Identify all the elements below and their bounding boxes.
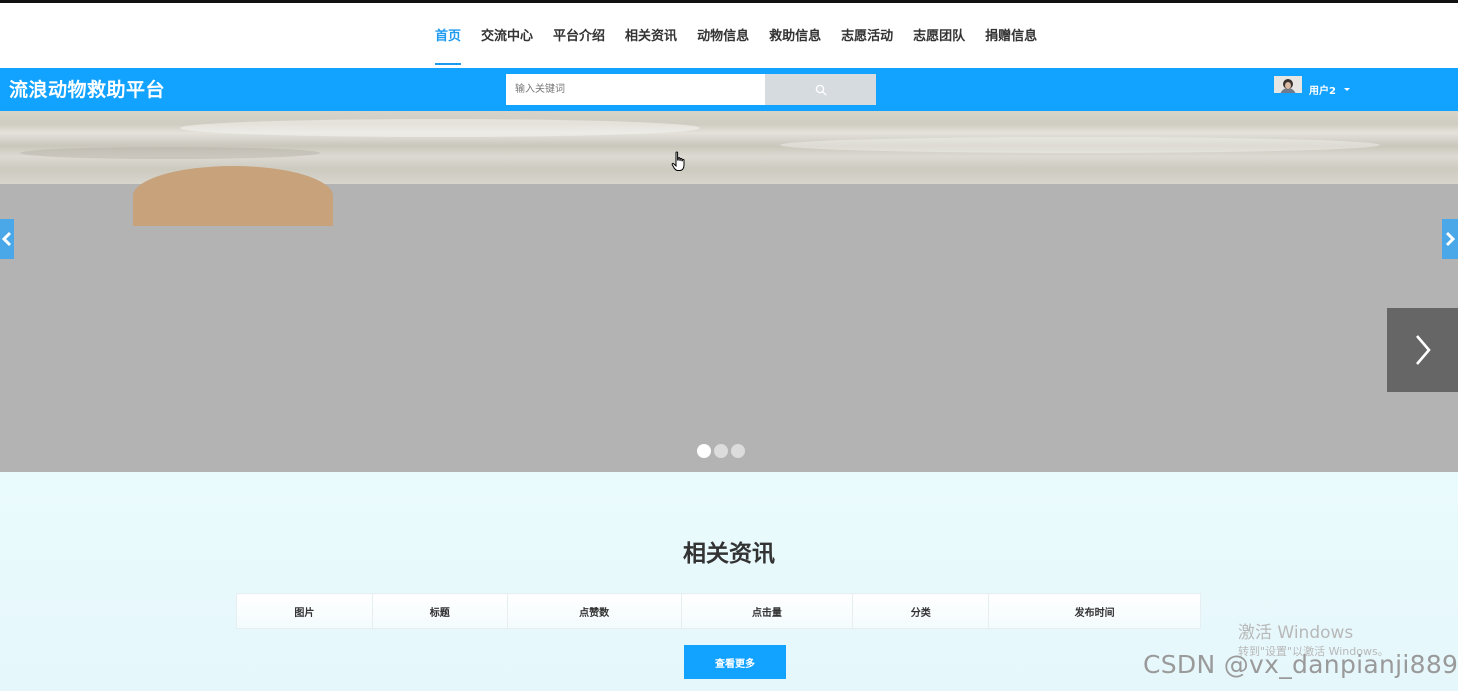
column-header-publish-time: 发布时间 xyxy=(988,593,1201,629)
nav-item-volunteer-activities[interactable]: 志愿活动 xyxy=(831,3,903,68)
banner-carousel xyxy=(0,111,1458,472)
table-header-row: 图片 标题 点赞数 点击量 分类 发布时间 xyxy=(236,593,1201,629)
nav-item-about[interactable]: 平台介绍 xyxy=(543,3,615,68)
column-header-title: 标题 xyxy=(371,593,508,629)
chevron-left-icon xyxy=(2,231,12,247)
user-menu[interactable]: 用户2 xyxy=(1274,72,1350,107)
carousel-indicators xyxy=(697,444,745,458)
chevron-down-icon xyxy=(1343,88,1350,91)
view-more-button[interactable]: 查看更多 xyxy=(684,645,786,679)
carousel-slide-image xyxy=(0,111,1458,226)
nav-item-animals[interactable]: 动物信息 xyxy=(687,3,759,68)
nav-item-home[interactable]: 首页 xyxy=(425,3,471,68)
carousel-next-button[interactable] xyxy=(1387,308,1458,392)
news-table: 图片 标题 点赞数 点击量 分类 发布时间 xyxy=(236,593,1201,629)
search-button[interactable] xyxy=(765,74,876,105)
news-section-title: 相关资讯 xyxy=(683,541,775,567)
nav-item-forum[interactable]: 交流中心 xyxy=(471,3,543,68)
page: 首页 交流中心 平台介绍 相关资讯 动物信息 救助信息 志愿活动 志愿团队 捐赠… xyxy=(0,0,1458,691)
carousel-dot-2[interactable] xyxy=(714,444,728,458)
header-bar: 流浪动物救助平台 用户2 xyxy=(0,68,1458,111)
carousel-next-small-button[interactable] xyxy=(1442,219,1458,259)
site-brand[interactable]: 流浪动物救助平台 xyxy=(9,68,165,111)
carousel-dot-1[interactable] xyxy=(697,444,711,458)
column-header-category: 分类 xyxy=(852,593,990,629)
user-name: 用户2 xyxy=(1309,86,1336,97)
nav-item-volunteer-teams[interactable]: 志愿团队 xyxy=(903,3,975,68)
windows-activation-title: 激活 Windows xyxy=(1238,623,1354,643)
carousel-prev-small-button[interactable] xyxy=(0,219,14,259)
search-icon xyxy=(815,84,826,95)
chevron-right-icon xyxy=(1445,231,1455,247)
nav-item-donations[interactable]: 捐赠信息 xyxy=(975,3,1047,68)
nav-item-rescue[interactable]: 救助信息 xyxy=(759,3,831,68)
carousel-dot-3[interactable] xyxy=(731,444,745,458)
main-nav: 首页 交流中心 平台介绍 相关资讯 动物信息 救助信息 志愿活动 志愿团队 捐赠… xyxy=(0,3,1458,68)
column-header-clicks: 点击量 xyxy=(680,593,854,629)
nav-item-news[interactable]: 相关资讯 xyxy=(615,3,687,68)
csdn-watermark: CSDN @vx_danpianji889 xyxy=(1143,650,1458,679)
avatar xyxy=(1274,76,1302,93)
nav-items: 首页 交流中心 平台介绍 相关资讯 动物信息 救助信息 志愿活动 志愿团队 捐赠… xyxy=(425,3,1047,68)
chevron-right-icon xyxy=(1415,335,1431,365)
column-header-image: 图片 xyxy=(236,593,373,629)
hand-cursor-icon xyxy=(671,151,685,171)
column-header-likes: 点赞数 xyxy=(506,593,682,629)
search-input[interactable] xyxy=(506,74,765,105)
